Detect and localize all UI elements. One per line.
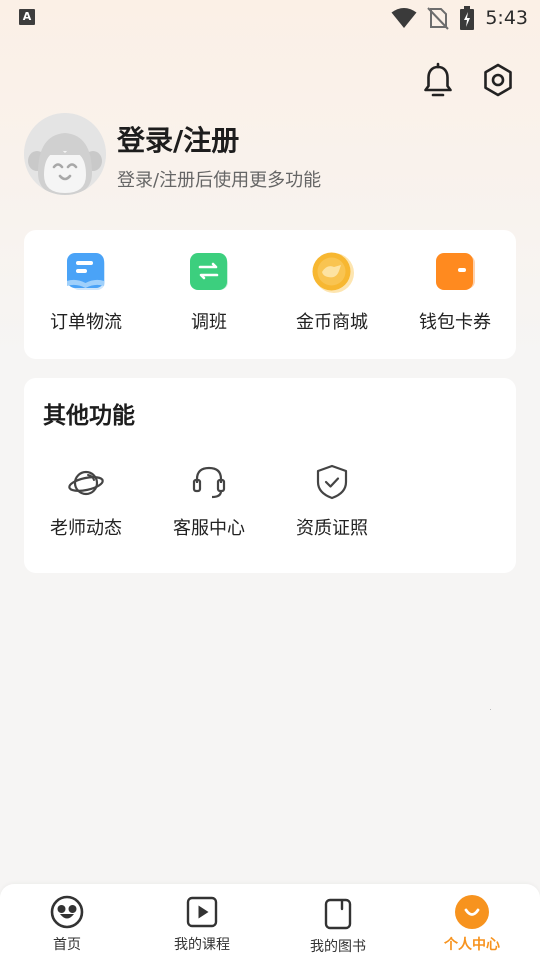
nav-home[interactable]: 首页 (17, 894, 117, 954)
monkey-avatar-icon (24, 113, 106, 195)
battery-charging-icon (460, 6, 475, 30)
nav-profile-center[interactable]: 个人中心 (422, 894, 522, 954)
status-time: 5:43 (485, 7, 528, 29)
stray-dot (490, 709, 491, 710)
nav-my-courses-label: 我的课程 (174, 937, 230, 953)
qualification-button[interactable]: 资质证照 (277, 463, 387, 540)
login-subtitle: 登录/注册后使用更多功能 (117, 170, 322, 191)
status-bar: A 5:43 (0, 0, 540, 36)
order-logistics-button[interactable]: 订单物流 (31, 250, 141, 342)
settings-hexagon-icon (484, 63, 512, 97)
login-title[interactable]: 登录/注册 (117, 119, 239, 159)
order-logistics-label: 订单物流 (50, 312, 122, 333)
other-functions-title: 其他功能 (43, 403, 135, 429)
planet-icon (68, 470, 104, 496)
bell-icon (424, 62, 452, 97)
avatar[interactable] (24, 113, 106, 195)
nav-my-courses[interactable]: 我的课程 (152, 894, 252, 954)
no-sim-icon (427, 7, 450, 30)
wallet-label: 钱包卡券 (419, 312, 491, 333)
notification-a-icon: A (19, 9, 35, 25)
customer-service-label: 客服中心 (173, 518, 245, 539)
coin-mall-icon (312, 252, 354, 293)
nav-home-label: 首页 (53, 937, 81, 953)
notifications-button[interactable] (421, 62, 455, 98)
teacher-news-button[interactable]: 老师动态 (31, 463, 141, 540)
status-icons: 5:43 (391, 5, 528, 31)
swap-class-button[interactable]: 调班 (154, 250, 264, 342)
other-functions-card: 其他功能 老师动态 客服中心 资质证照 (24, 378, 516, 573)
settings-button[interactable] (481, 62, 515, 98)
play-course-icon (186, 896, 218, 928)
book-icon (324, 898, 352, 930)
customer-service-button[interactable]: 客服中心 (154, 463, 264, 540)
swap-class-label: 调班 (191, 312, 227, 333)
wallet-button[interactable]: 钱包卡券 (400, 250, 510, 342)
teacher-news-label: 老师动态 (50, 518, 122, 539)
swap-class-icon (190, 253, 228, 290)
wallet-icon (436, 253, 475, 290)
order-logistics-icon (67, 253, 105, 290)
coin-mall-label: 金币商城 (296, 312, 368, 333)
nav-profile-center-label: 个人中心 (444, 937, 500, 953)
nav-my-books-label: 我的图书 (310, 939, 366, 955)
quick-actions-card: 订单物流 调班 金币商城 钱包卡券 (24, 230, 516, 359)
smile-profile-icon (455, 895, 489, 929)
home-monkey-icon (50, 895, 84, 929)
coin-mall-button[interactable]: 金币商城 (277, 250, 387, 342)
bottom-nav: 首页 我的课程 我的图书 个人中心 (0, 884, 540, 960)
shield-check-icon (316, 464, 348, 500)
qualification-label: 资质证照 (296, 518, 368, 539)
headset-icon (192, 466, 226, 499)
wifi-icon (391, 8, 417, 28)
nav-my-books[interactable]: 我的图书 (288, 894, 388, 956)
